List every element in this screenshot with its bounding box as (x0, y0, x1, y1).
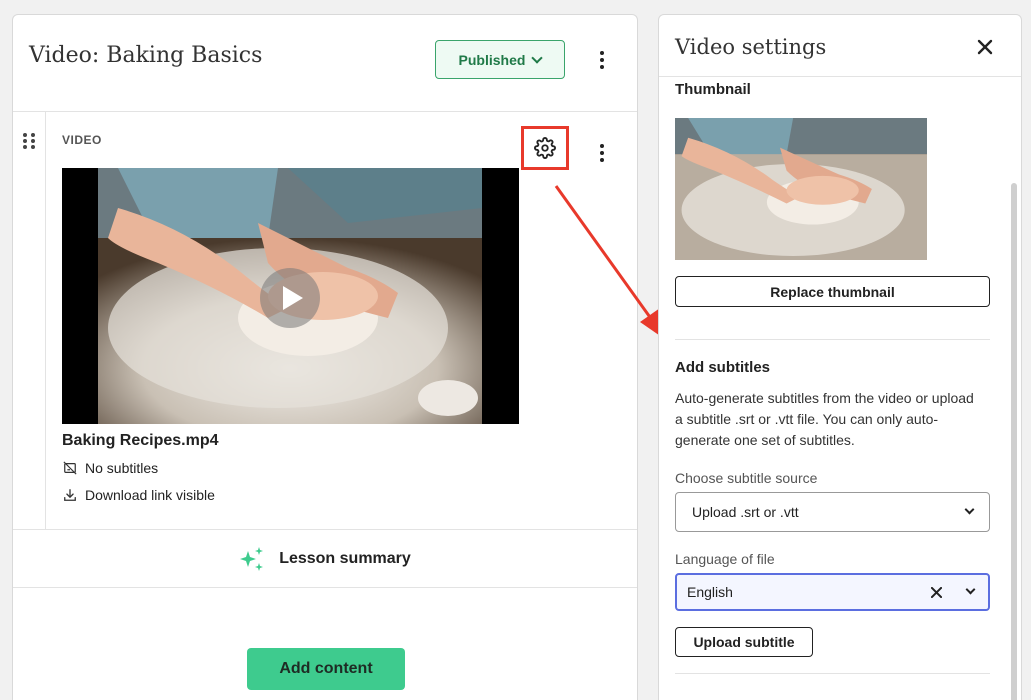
chevron-down-icon (965, 584, 976, 595)
lesson-summary-row[interactable]: Lesson summary (13, 530, 637, 588)
add-content-button[interactable]: Add content (247, 648, 405, 690)
subtitles-off-icon (63, 461, 77, 475)
video-settings-panel: Video settings Thumbnail Replace thumbna… (658, 14, 1022, 700)
lesson-summary-label: Lesson summary (279, 549, 411, 567)
gear-icon (534, 137, 556, 159)
chevron-down-icon (531, 51, 544, 64)
subtitles-heading: Add subtitles (675, 359, 771, 376)
block-more-menu-icon[interactable] (590, 141, 614, 165)
subtitles-status-row: No subtitles (63, 460, 158, 476)
video-file-name: Baking Recipes.mp4 (62, 432, 219, 449)
settings-title: Video settings (675, 35, 827, 59)
subtitle-source-value: Upload .srt or .vtt (692, 504, 799, 520)
chevron-down-icon (964, 504, 975, 515)
drag-handle-icon[interactable] (23, 133, 35, 149)
download-status-text: Download link visible (85, 487, 215, 503)
close-icon (977, 39, 993, 55)
settings-header: Video settings (659, 15, 1021, 77)
settings-scrollbar[interactable] (1011, 183, 1017, 700)
status-label: Published (458, 51, 526, 68)
thumbnail-heading: Thumbnail (675, 81, 751, 98)
replace-thumbnail-button[interactable]: Replace thumbnail (675, 276, 990, 307)
video-player[interactable] (62, 168, 519, 424)
language-value: English (687, 584, 733, 600)
section-divider (675, 339, 990, 340)
thumbnail-image (675, 118, 927, 260)
subtitle-source-select[interactable]: Upload .srt or .vtt (675, 492, 990, 532)
close-button[interactable] (973, 35, 997, 59)
video-settings-button[interactable] (521, 126, 569, 170)
status-dropdown-button[interactable]: Published (435, 40, 565, 79)
language-label: Language of file (675, 551, 775, 567)
block-type-label: VIDEO (62, 133, 102, 147)
subtitle-source-label: Choose subtitle source (675, 470, 818, 486)
subtitles-status-text: No subtitles (85, 460, 159, 476)
lesson-title: Video: Baking Basics (29, 43, 263, 68)
language-select[interactable]: English (675, 573, 990, 611)
download-status-row: Download link visible (63, 487, 215, 503)
lesson-editor-panel: Video: Baking Basics Published VIDEO Bak… (12, 14, 638, 700)
sparkle-icon (240, 546, 264, 571)
lesson-header: Video: Baking Basics Published (13, 15, 637, 112)
lesson-more-menu-icon[interactable] (590, 48, 614, 72)
subtitles-description: Auto-generate subtitles from the video o… (675, 390, 974, 448)
clear-selection-icon[interactable] (931, 587, 942, 598)
section-divider (675, 673, 990, 674)
upload-subtitle-button[interactable]: Upload subtitle (675, 627, 813, 657)
play-button[interactable] (260, 268, 320, 328)
download-icon (64, 489, 76, 501)
block-drag-column (13, 112, 46, 529)
